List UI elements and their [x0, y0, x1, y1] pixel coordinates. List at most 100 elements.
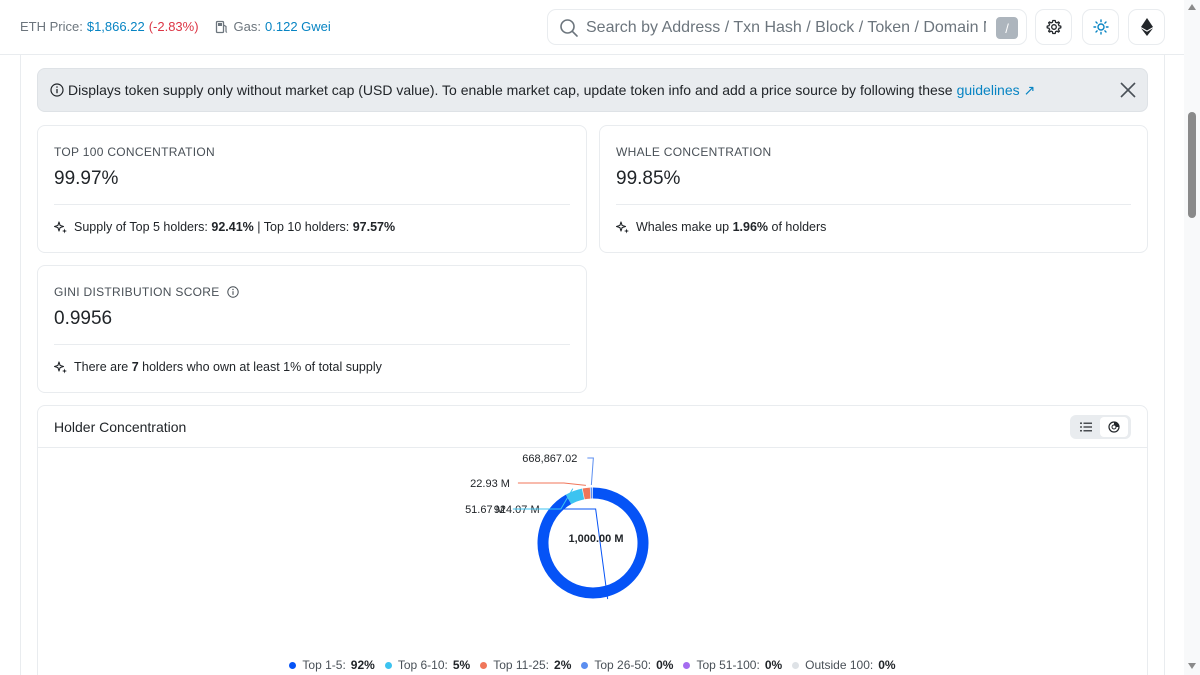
- guidelines-link[interactable]: guidelines ↗: [957, 82, 1036, 99]
- top-header: ETH Price: $1,866.22 (-2.83%) Gas: 0.122…: [0, 0, 1184, 55]
- card-label-wrap: GINI DISTRIBUTION SCORE: [54, 285, 239, 299]
- market-cap-alert: Displays token supply only without marke…: [37, 68, 1148, 112]
- legend-item[interactable]: Top 51-100: 0%: [683, 658, 782, 672]
- legend-pct: 2%: [554, 658, 572, 672]
- legend-pct: 0%: [878, 658, 896, 672]
- card-footnote: Supply of Top 5 holders: 92.41% | Top 10…: [54, 220, 395, 234]
- legend-item[interactable]: Outside 100: 0%: [792, 658, 896, 672]
- leader-line: [517, 482, 586, 486]
- card-value: 99.85%: [616, 168, 681, 189]
- pie-chart-icon: [1108, 421, 1120, 433]
- chart-header: Holder Concentration: [38, 406, 1147, 448]
- price-info: ETH Price: $1,866.22 (-2.83%) Gas: 0.122…: [20, 19, 331, 34]
- network-button[interactable]: [1128, 9, 1165, 45]
- top100-concentration-card: TOP 100 CONCENTRATION 99.97% Supply of T…: [37, 125, 587, 253]
- card-footnote: There are 7 holders who own at least 1% …: [54, 360, 382, 374]
- foot-suffix: holders who own at least 1% of total sup…: [142, 360, 382, 374]
- sparkle-icon: [54, 360, 67, 373]
- foot-prefix: There are: [74, 360, 129, 374]
- legend-item[interactable]: Top 1-5: 92%: [289, 658, 375, 672]
- container-border-left: [20, 55, 21, 675]
- top5-supply: 92.41%: [211, 220, 254, 234]
- gas-value[interactable]: 0.122 Gwei: [265, 19, 331, 34]
- eth-price-label: ETH Price:: [20, 19, 83, 34]
- page-scrollbar[interactable]: [1184, 0, 1200, 675]
- donut-slice-label: 51.67 M: [465, 504, 505, 516]
- search-icon: [560, 19, 578, 37]
- legend-name: Top 6-10:: [397, 658, 448, 672]
- legend-pct: 0%: [656, 658, 674, 672]
- legend-dot: [480, 661, 488, 669]
- legend-item[interactable]: Top 6-10: 5%: [384, 658, 471, 672]
- legend-dot: [792, 661, 800, 669]
- alert-text: Displays token supply only without marke…: [68, 82, 953, 98]
- holder-concentration-card: Holder Concentration 924.07 M 51.67 M 22.9…: [37, 405, 1148, 675]
- scroll-up-arrow[interactable]: [1188, 4, 1196, 10]
- list-icon: [1080, 422, 1092, 432]
- sun-icon: [1092, 19, 1109, 35]
- gas-info: Gas: 0.122 Gwei: [215, 19, 331, 34]
- legend-name: Top 51-100:: [696, 658, 760, 672]
- donut-slice-top-6-10[interactable]: [565, 488, 585, 505]
- donut-center-label: 1,000.00 M: [568, 533, 623, 545]
- legend-pct: 5%: [452, 658, 471, 672]
- foot-prefix: Whales make up: [636, 220, 730, 234]
- legend-pct: 0%: [764, 658, 783, 672]
- card-footnote: Whales make up 1.96% of holders: [616, 220, 826, 234]
- card-label: WHALE CONCENTRATION: [616, 145, 772, 159]
- divider: [54, 204, 570, 205]
- eth-price-value[interactable]: $1,866.22: [87, 19, 145, 34]
- legend-item[interactable]: Top 26-50: 0%: [581, 658, 673, 672]
- legend-dot: [384, 661, 392, 669]
- search-box[interactable]: /: [547, 9, 1027, 45]
- gini-score-card: GINI DISTRIBUTION SCORE 0.9956 There are…: [37, 265, 587, 393]
- legend-name: Top 26-50:: [594, 658, 652, 672]
- legend-name: Top 1-5:: [302, 658, 346, 672]
- legend-dot: [683, 661, 691, 669]
- close-icon[interactable]: [1118, 80, 1138, 100]
- container-border-right: [1164, 55, 1165, 675]
- scroll-down-arrow[interactable]: [1188, 663, 1196, 669]
- card-value: 0.9956: [54, 308, 113, 329]
- settings-button[interactable]: [1035, 9, 1072, 45]
- divider: [616, 204, 1131, 205]
- search-shortcut-key: /: [996, 17, 1018, 39]
- legend-name: Top 11-25:: [493, 658, 550, 672]
- legend-dot: [581, 661, 589, 669]
- foot-suffix: of holders: [771, 220, 827, 234]
- donut-slice-top-11-25[interactable]: [582, 487, 591, 500]
- card-label: TOP 100 CONCENTRATION: [54, 145, 215, 159]
- whale-pct: 1.96%: [732, 220, 769, 234]
- legend-item[interactable]: Top 11-25: 2%: [480, 658, 571, 672]
- donut-slice-label: 22.93 M: [470, 478, 510, 490]
- donut-slice-label: 668,867.02: [522, 453, 577, 465]
- ethereum-icon: [1140, 18, 1153, 36]
- info-icon: [50, 83, 64, 97]
- scrollbar-thumb[interactable]: [1188, 112, 1196, 218]
- gas-pump-icon: [215, 20, 227, 33]
- leader-line: [587, 457, 594, 486]
- chart-legend: Top 1-5: 92% Top 6-10: 5% Top 11-25: 2% Top 26…: [38, 658, 1147, 672]
- search-input[interactable]: [586, 16, 986, 40]
- foot-prefix: Supply of Top 5 holders:: [74, 220, 208, 234]
- legend-name: Outside 100:: [805, 658, 874, 672]
- legend-pct: 92%: [350, 658, 375, 672]
- eth-price-change: (-2.83%): [148, 19, 199, 34]
- card-label: GINI DISTRIBUTION SCORE: [54, 285, 220, 299]
- gear-icon: [1046, 19, 1061, 35]
- chart-view-button[interactable]: [1100, 417, 1128, 437]
- whale-concentration-card: WHALE CONCENTRATION 99.85% Whales make u…: [599, 125, 1148, 253]
- theme-toggle-button[interactable]: [1082, 9, 1119, 45]
- foot-mid: | Top 10 holders:: [257, 220, 350, 234]
- card-value: 99.97%: [54, 168, 119, 189]
- sparkle-icon: [54, 220, 67, 233]
- info-icon[interactable]: [226, 286, 239, 298]
- view-toggle: [1070, 415, 1131, 439]
- legend-dot: [289, 661, 297, 669]
- gas-label: Gas:: [233, 19, 262, 34]
- sparkle-icon: [616, 220, 629, 233]
- holder-donut-chart: 924.07 M51.67 M22.93 M668,867.02 1,000.0…: [465, 453, 649, 600]
- divider: [54, 344, 570, 345]
- chart-title: Holder Concentration: [54, 419, 187, 435]
- list-view-button[interactable]: [1072, 417, 1100, 437]
